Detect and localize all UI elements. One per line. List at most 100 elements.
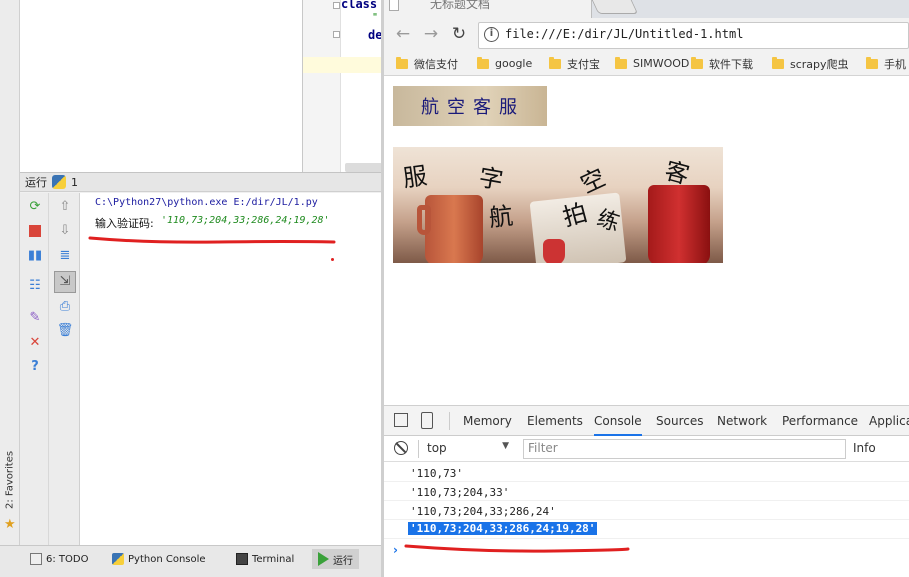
service-button-label: 航空客服 [421, 97, 525, 118]
terminal-tab-label: Terminal [252, 553, 295, 565]
annotation-dot [331, 258, 334, 261]
run-tab-number[interactable]: 1 [71, 176, 78, 189]
folder-icon [866, 56, 878, 69]
help-icon[interactable]: ? [27, 359, 43, 375]
arrow-up-icon[interactable]: ⇧ [57, 199, 73, 215]
run-tab-label: 运行 [333, 555, 353, 567]
tab-application[interactable]: Applica [869, 406, 909, 436]
inspect-icon[interactable] [394, 413, 408, 427]
run-tab[interactable]: 运行 [312, 549, 359, 569]
bookmark-label: 支付宝 [567, 57, 600, 71]
current-line-highlight [303, 57, 383, 73]
mug-handle [417, 205, 431, 235]
captcha-char: 字 [476, 163, 506, 195]
close-icon[interactable]: ✕ [27, 335, 43, 351]
fold-toggle[interactable] [333, 2, 340, 9]
folder-icon [396, 56, 408, 69]
captcha-input-value[interactable]: '110,73;204,33;286,24;19,28' [161, 215, 330, 226]
log-level-select[interactable]: Info [853, 441, 876, 455]
todo-tab[interactable]: 6: TODO [24, 549, 94, 569]
python-icon [52, 175, 66, 189]
bookmark-label: 手机 [884, 57, 906, 71]
console-log-row[interactable]: '110,73;204,33' [384, 482, 909, 501]
console-prompt-icon[interactable]: › [393, 543, 398, 557]
editor-scrollbar[interactable] [345, 163, 382, 172]
context-select-value: top [427, 441, 447, 455]
run-panel-title: 运行 [25, 176, 47, 189]
folder-icon [477, 56, 489, 69]
captcha-prompt-label: 输入验证码: [95, 217, 154, 230]
bookmark-item[interactable]: 支付宝 [549, 55, 600, 72]
bookmark-label: 微信支付 [414, 57, 458, 71]
service-button-image[interactable]: 航空客服 [393, 86, 547, 126]
browser-tab-title[interactable]: 无标题文档 [430, 0, 490, 12]
annotation-underline [88, 236, 336, 244]
console-log-text: '110,73;204,33' [410, 486, 510, 499]
pause-icon[interactable]: ▮▮ [27, 248, 43, 264]
console-log-row[interactable]: '110,73;204,33;286,24;19,28' [384, 520, 909, 539]
console-log-text: '110,73;204,33;286,24' [410, 505, 556, 518]
bookmark-item[interactable]: SIMWOOD [615, 55, 689, 72]
captcha-char: 空 [576, 163, 610, 199]
console-log-text: '110,73' [410, 467, 463, 480]
trash-icon[interactable]: 🗑 [57, 323, 74, 339]
terminal-tab[interactable]: Terminal [230, 549, 300, 569]
bookmark-label: 软件下载 [709, 57, 753, 71]
project-panel[interactable] [20, 0, 302, 172]
toolbar-separator [449, 412, 450, 430]
run-toolbar-secondary: ⇧ ⇩ ≣ ⇲ ⎙ 🗑 [49, 193, 80, 545]
bookmark-label: scrapy爬虫 [790, 57, 849, 71]
clear-console-icon[interactable] [394, 441, 408, 455]
run-toolbar-primary: ⟳ ▮▮ ☷ ✎ ✕ ? [20, 193, 49, 545]
fold-toggle[interactable] [333, 31, 340, 38]
context-select[interactable]: top ▼ [427, 441, 517, 457]
python-console-icon [112, 553, 124, 565]
tab-performance[interactable]: Performance [782, 406, 858, 436]
console-log-text-selected[interactable]: '110,73;204,33;286,24;19,28' [408, 522, 598, 535]
info-icon[interactable]: i [484, 27, 499, 42]
bookmark-item[interactable]: 软件下载 [691, 55, 753, 72]
bookmark-label: google [495, 57, 533, 70]
console-filter-input[interactable] [523, 439, 846, 459]
stop-icon[interactable] [27, 223, 43, 239]
print-icon[interactable]: ⎙ [57, 299, 73, 315]
bookmark-item[interactable]: 微信支付 [396, 55, 458, 72]
bookmark-item[interactable]: 手机 [866, 55, 906, 72]
run-icon [318, 552, 329, 566]
new-tab-button[interactable] [591, 0, 639, 14]
folder-icon [772, 56, 784, 69]
url-text[interactable]: file:///E:/dir/JL/Untitled-1.html [505, 27, 743, 41]
editor-gutter [303, 0, 341, 172]
layout-icon[interactable]: ☷ [27, 278, 43, 294]
filter-placeholder: Filter [528, 441, 558, 455]
bookmark-item[interactable]: google [477, 55, 532, 72]
bookmark-item[interactable]: scrapy爬虫 [772, 55, 849, 72]
bookmark-label: SIMWOOD [633, 57, 690, 70]
tab-console[interactable]: Console [594, 406, 642, 436]
toolbar-separator [418, 440, 419, 458]
device-toolbar-icon[interactable] [421, 412, 433, 429]
tab-network[interactable]: Network [717, 406, 767, 436]
rerun-icon[interactable]: ⟳ [27, 199, 43, 215]
code-keyword[interactable]: class [341, 0, 377, 11]
tab-memory[interactable]: Memory [463, 406, 512, 436]
tab-elements[interactable]: Elements [527, 406, 583, 436]
soft-wrap-icon[interactable]: ≣ [57, 248, 73, 264]
console-log-row[interactable]: '110,73;204,33;286,24' [384, 501, 909, 520]
captcha-image[interactable]: 服 字 空 客 航 拍 练 [393, 147, 723, 263]
folder-icon [549, 56, 561, 69]
captcha-char: 服 [401, 161, 429, 193]
console-log-row[interactable]: '110,73' [384, 463, 909, 482]
run-panel-header: 运行 1 [20, 172, 382, 192]
reload-icon[interactable]: ↻ [449, 24, 469, 44]
star-icon: ★ [4, 517, 16, 532]
small-red-object [543, 239, 565, 263]
arrow-down-icon[interactable]: ⇩ [57, 223, 73, 239]
python-console-tab[interactable]: Python Console [106, 549, 212, 569]
forward-icon[interactable]: → [421, 24, 441, 44]
code-docstring[interactable]: " [372, 12, 378, 23]
tab-sources[interactable]: Sources [656, 406, 703, 436]
pin-icon[interactable]: ✎ [27, 310, 43, 326]
back-icon[interactable]: ← [393, 24, 413, 44]
scroll-to-end-icon[interactable]: ⇲ [54, 271, 76, 293]
